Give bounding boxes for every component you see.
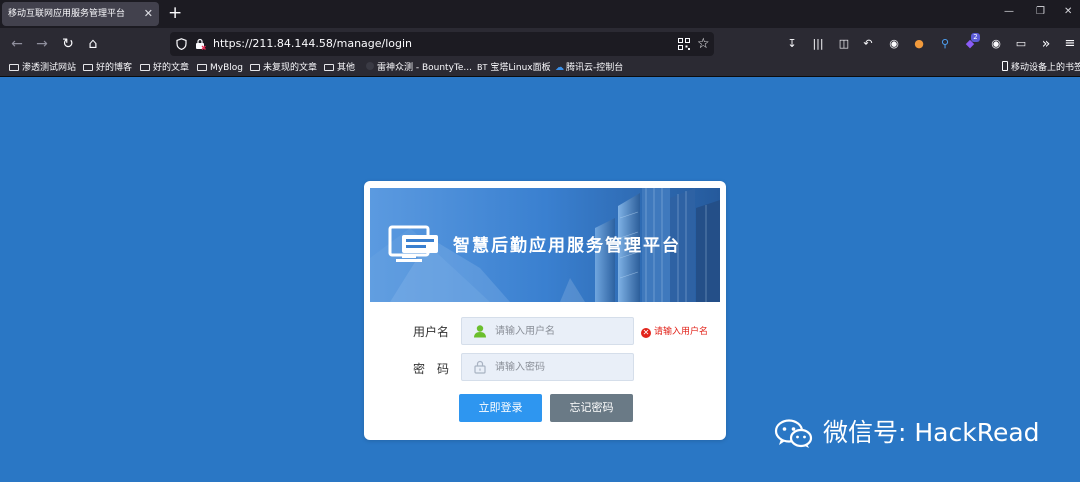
extension-badge: 2 [971, 33, 980, 42]
home-icon[interactable]: ⌂ [83, 34, 103, 54]
reload-icon[interactable]: ↻ [58, 34, 78, 54]
bookmark-item[interactable]: 好的文章 [140, 61, 189, 75]
user-icon [474, 325, 486, 338]
wechat-logo-icon [774, 419, 813, 448]
back-icon[interactable]: ← [7, 34, 27, 54]
forgot-password-button[interactable]: 忘记密码 [550, 394, 633, 422]
folder-icon [83, 64, 93, 71]
login-banner: 智慧后勤应用服务管理平台 [370, 188, 720, 302]
download-icon[interactable]: ↧ [784, 36, 800, 52]
username-error: ✕ 请输入用户名 [641, 326, 708, 338]
folder-icon [9, 64, 19, 71]
bookmark-item[interactable]: 未复现的文章 [250, 61, 317, 75]
username-field[interactable] [461, 317, 634, 345]
address-bar[interactable]: https://211.84.144.58/manage/login ☆ [170, 32, 714, 56]
mobile-device-icon [1002, 61, 1008, 71]
close-tab-icon[interactable]: ✕ [144, 2, 153, 26]
bookmarks-bar: 渗透测试网站 好的博客 好的文章 MyBlog 未复现的文章 其他 雷神众测 -… [0, 60, 1080, 77]
overflow-chevron-icon[interactable]: » [1038, 36, 1054, 52]
screenshot-icon[interactable]: ▭ [1013, 36, 1029, 52]
library-icon[interactable]: ||| [810, 36, 826, 52]
bookmark-item[interactable]: 雷神众测 - BountyTe... [366, 61, 472, 75]
username-label: 用户名 [412, 325, 449, 339]
menu-icon[interactable]: ≡ [1062, 36, 1078, 52]
globe-extension-icon[interactable]: ◉ [988, 36, 1004, 52]
sidebar-icon[interactable]: ◫ [836, 36, 852, 52]
bookmark-item[interactable]: MyBlog [197, 61, 243, 75]
restore-icon[interactable]: ❐ [1036, 4, 1045, 20]
monitor-logo-icon [388, 225, 438, 262]
shield-icon[interactable] [176, 38, 187, 50]
bookmark-star-icon[interactable]: ☆ [697, 35, 710, 53]
lock-warning-icon[interactable] [194, 38, 206, 50]
browser-tab[interactable]: 移动互联网应用服务管理平台 ✕ [2, 2, 159, 26]
folder-icon [140, 64, 150, 71]
password-input[interactable] [495, 354, 625, 380]
error-icon: ✕ [641, 328, 651, 338]
url-text: https://211.84.144.58/manage/login [213, 37, 413, 50]
new-tab-button[interactable]: + [168, 3, 182, 23]
location-extension-icon[interactable]: ⚲ [937, 36, 953, 52]
bt-icon: BT [477, 63, 488, 72]
password-field[interactable] [461, 353, 634, 381]
username-error-text: 请输入用户名 [654, 327, 709, 337]
browser-nav-bar: ← → ↻ ⌂ https://211.84.144.58/manage/log… [0, 28, 1080, 60]
bookmark-item[interactable]: 其他 [324, 61, 355, 75]
tencent-cloud-icon: ☁ [555, 63, 564, 73]
login-button[interactable]: 立即登录 [459, 394, 542, 422]
folder-icon [250, 64, 260, 71]
lock-icon [474, 360, 486, 374]
login-card: 智慧后勤应用服务管理平台 用户名 ✕请输入用户名 密 码 立即登录 忘记密码 [364, 181, 726, 440]
close-window-icon[interactable]: ✕ [1064, 4, 1072, 20]
bookmark-item[interactable]: ☁ 腾讯云-控制台 [555, 61, 623, 75]
forward-icon[interactable]: → [32, 34, 52, 54]
circle-extension-icon[interactable]: ◉ [886, 36, 902, 52]
browser-tab-bar: 移动互联网应用服务管理平台 ✕ + — ❐ ✕ [0, 0, 1080, 28]
cookie-extension-icon[interactable]: ● [911, 36, 927, 52]
folder-icon [197, 64, 207, 71]
password-label: 密 码 [412, 362, 449, 376]
minimize-icon[interactable]: — [1004, 4, 1014, 20]
bookmark-item[interactable]: 好的博客 [83, 61, 132, 75]
tab-title: 移动互联网应用服务管理平台 [8, 9, 126, 19]
qr-code-icon[interactable] [678, 38, 690, 50]
bookmark-item[interactable]: 渗透测试网站 [9, 61, 76, 75]
undo-icon[interactable]: ↶ [860, 36, 876, 52]
banner-title: 智慧后勤应用服务管理平台 [453, 236, 681, 256]
bookmark-item[interactable]: BT 宝塔Linux面板 [477, 61, 551, 75]
username-input[interactable] [495, 318, 625, 344]
watermark-text: 微信号: HackRead [823, 418, 1040, 447]
bountyteam-icon [366, 62, 374, 70]
bookmark-item[interactable]: 移动设备上的书签 [1002, 61, 1080, 75]
folder-icon [324, 64, 334, 71]
